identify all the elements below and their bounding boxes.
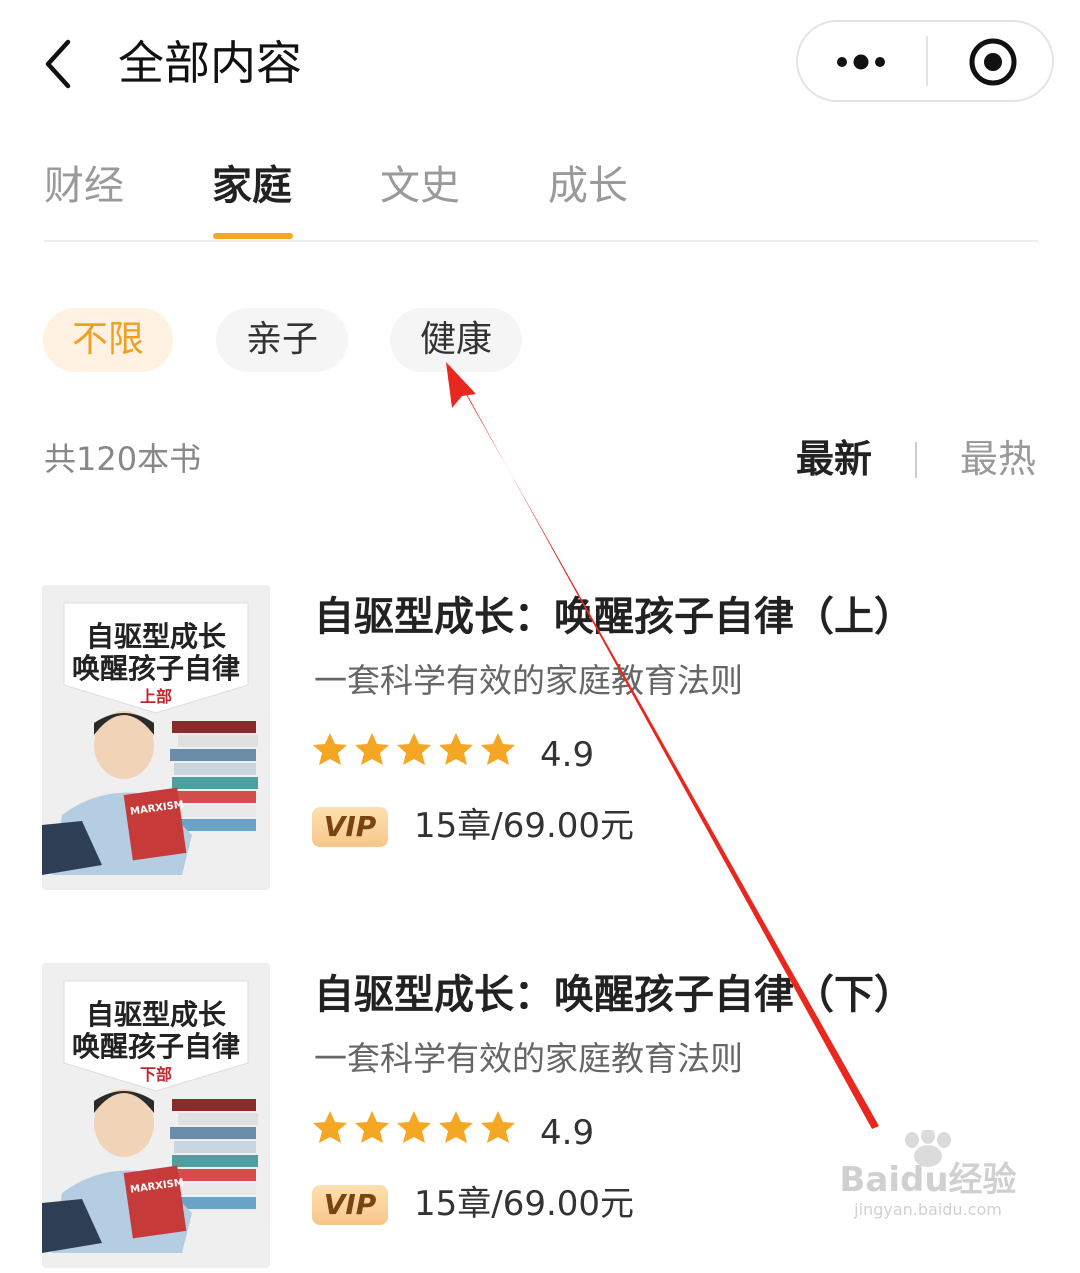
- active-tab-indicator: [213, 233, 293, 239]
- cover-part-label: 下部: [139, 1065, 172, 1084]
- cover-part-label: 上部: [139, 687, 172, 706]
- rating-value: 4.9: [540, 735, 595, 775]
- sort-latest-button[interactable]: 最新: [796, 432, 872, 486]
- capsule-divider: [926, 36, 928, 86]
- watermark-brand: Baidu经验: [839, 1160, 1017, 1200]
- baidu-jingyan-watermark: Baidu经验 jingyan.baidu.com: [828, 1128, 1028, 1226]
- star-icon: [313, 1111, 347, 1143]
- book-count: 共120本书: [44, 440, 202, 478]
- filter-chip-health[interactable]: 健康: [390, 308, 522, 372]
- book-subtitle: 一套科学有效的家庭教育法则: [314, 1039, 743, 1078]
- star-icon: [439, 733, 473, 765]
- back-arrow-icon: [45, 39, 71, 89]
- cover-title-line-1: 自驱型成长: [85, 998, 226, 1031]
- star-icon: [355, 733, 389, 765]
- sort-divider: [915, 442, 917, 478]
- cover-title-line-2: 唤醒孩子自律: [71, 1030, 240, 1063]
- tab-growth[interactable]: 成长: [548, 156, 628, 216]
- rating-stars: [313, 733, 515, 765]
- book-title: 自驱型成长：唤醒孩子自律（上）: [314, 594, 914, 640]
- book-list-item[interactable]: 自驱型成长 唤醒孩子自律 上部 MARXISM 自驱型成长：唤醒孩子自律（上） …: [0, 585, 1080, 895]
- cover-title-line-1: 自驱型成长: [85, 620, 226, 653]
- back-button[interactable]: [40, 38, 84, 90]
- book-list-item[interactable]: 自驱型成长 唤醒孩子自律 下部 MARXISM 自驱型成长：唤醒孩子自律（下） …: [0, 963, 1080, 1273]
- star-icon: [439, 1111, 473, 1143]
- book-price: 15章/69.00元: [414, 1184, 635, 1224]
- rating-value: 4.9: [540, 1113, 595, 1153]
- book-title: 自驱型成长：唤醒孩子自律（下）: [314, 972, 914, 1018]
- book-price: 15章/69.00元: [414, 806, 635, 846]
- star-icon: [397, 1111, 431, 1143]
- more-dots-icon: [837, 54, 885, 70]
- watermark-url: jingyan.baidu.com: [854, 1200, 1002, 1219]
- filter-chip-all[interactable]: 不限: [43, 308, 173, 372]
- tab-finance[interactable]: 财经: [44, 156, 124, 216]
- target-close-icon: [969, 38, 1017, 86]
- star-icon: [313, 733, 347, 765]
- tabs-divider: [44, 240, 1038, 242]
- vip-badge: VIP: [312, 807, 388, 847]
- close-miniprogram-button[interactable]: [948, 28, 1038, 94]
- book-cover: 自驱型成长 唤醒孩子自律 下部 MARXISM: [42, 963, 270, 1268]
- cover-title-line-2: 唤醒孩子自律: [71, 652, 240, 685]
- tab-family[interactable]: 家庭: [212, 156, 292, 216]
- sort-hot-button[interactable]: 最热: [960, 432, 1036, 486]
- page-title: 全部内容: [118, 36, 302, 90]
- star-icon: [481, 1111, 515, 1143]
- star-icon: [397, 733, 431, 765]
- book-subtitle: 一套科学有效的家庭教育法则: [314, 661, 743, 700]
- vip-badge: VIP: [312, 1185, 388, 1225]
- star-icon: [355, 1111, 389, 1143]
- star-icon: [481, 733, 515, 765]
- book-cover: 自驱型成长 唤醒孩子自律 上部 MARXISM: [42, 585, 270, 890]
- tab-history[interactable]: 文史: [380, 156, 460, 216]
- more-button[interactable]: [820, 28, 906, 94]
- rating-stars: [313, 1111, 515, 1143]
- filter-chip-parenting[interactable]: 亲子: [216, 308, 348, 372]
